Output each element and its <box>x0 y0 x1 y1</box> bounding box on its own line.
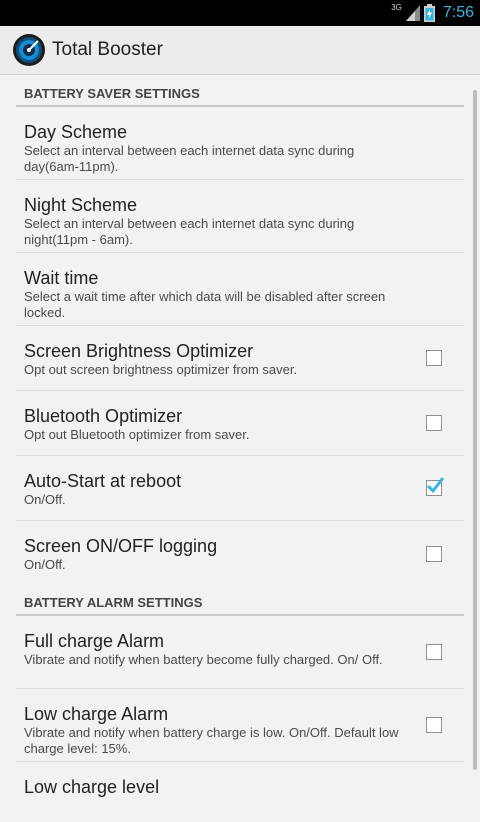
pref-low-charge-alarm[interactable]: Low charge Alarm Vibrate and notify when… <box>16 689 464 762</box>
pref-title: Full charge Alarm <box>24 631 165 651</box>
battery-charging-icon <box>423 4 435 22</box>
section-header-battery-saver: BATTERY SAVER SETTINGS <box>24 86 200 101</box>
pref-summary: Opt out Bluetooth optimizer from saver. <box>24 427 250 442</box>
pref-title: Day Scheme <box>24 122 128 142</box>
pref-low-charge-level[interactable]: Low charge level <box>16 762 464 822</box>
pref-day-scheme[interactable]: Day Scheme Select an interval between ea… <box>16 107 464 180</box>
section-header-battery-alarm: BATTERY ALARM SETTINGS <box>24 595 203 610</box>
pref-auto-start-reboot[interactable]: Auto-Start at reboot On/Off. <box>16 456 464 521</box>
pref-night-scheme[interactable]: Night Scheme Select an interval between … <box>16 180 464 253</box>
pref-title: Auto-Start at reboot <box>24 471 182 491</box>
pref-summary: Opt out screen brightness optimizer from… <box>24 362 298 377</box>
status-icons: 3G 7:56 <box>391 0 474 26</box>
pref-title: Low charge Alarm <box>24 704 169 724</box>
pref-wait-time[interactable]: Wait time Select a wait time after which… <box>16 253 464 326</box>
pref-summary: Select a wait time after which data will… <box>24 289 386 320</box>
pref-title: Low charge level <box>24 777 160 797</box>
pref-title: Bluetooth Optimizer <box>24 406 183 426</box>
action-bar: Total Booster <box>0 26 480 75</box>
checkbox[interactable] <box>426 350 442 366</box>
pref-screen-brightness-optimizer[interactable]: Screen Brightness Optimizer Opt out scre… <box>16 326 464 391</box>
checkbox[interactable] <box>426 717 442 733</box>
checkbox[interactable] <box>426 644 442 660</box>
network-type: 3G <box>391 2 402 12</box>
check-icon <box>426 477 445 494</box>
pref-title: Screen Brightness Optimizer <box>24 341 254 361</box>
checkbox[interactable] <box>426 415 442 431</box>
signal-icon <box>405 5 420 21</box>
speedometer-icon[interactable] <box>12 33 46 67</box>
app-title: Total Booster <box>52 39 163 60</box>
pref-full-charge-alarm[interactable]: Full charge Alarm Vibrate and notify whe… <box>16 616 464 689</box>
pref-title: Night Scheme <box>24 195 138 215</box>
clock: 7:56 <box>442 4 474 21</box>
pref-summary: On/Off. <box>24 557 66 572</box>
pref-title: Wait time <box>24 268 99 288</box>
settings-list: BATTERY SAVER SETTINGS Day Scheme Select… <box>0 75 480 822</box>
pref-title: Screen ON/OFF logging <box>24 536 218 556</box>
pref-summary: Vibrate and notify when battery become f… <box>24 652 383 667</box>
scrollbar[interactable] <box>473 90 477 770</box>
pref-bluetooth-optimizer[interactable]: Bluetooth Optimizer Opt out Bluetooth op… <box>16 391 464 456</box>
status-bar: 3G 7:56 <box>0 0 480 26</box>
pref-summary: Select an interval between each internet… <box>24 143 355 174</box>
checkbox-checked[interactable] <box>426 477 445 496</box>
pref-summary: On/Off. <box>24 492 66 507</box>
checkbox[interactable] <box>426 545 442 562</box>
pref-summary: Select an interval between each internet… <box>24 216 355 247</box>
pref-summary: Vibrate and notify when battery charge i… <box>24 725 399 756</box>
pref-screen-logging[interactable]: Screen ON/OFF logging On/Off. <box>16 521 464 586</box>
